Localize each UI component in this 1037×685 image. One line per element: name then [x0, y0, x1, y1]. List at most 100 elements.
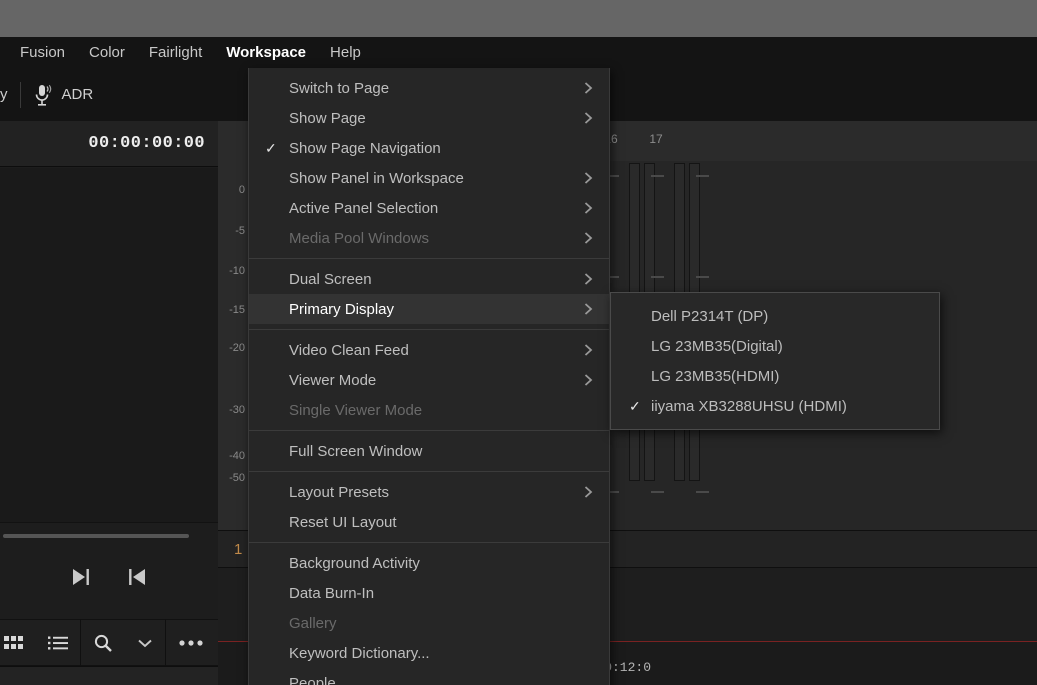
menu-item-keyword-dictionary[interactable]: Keyword Dictionary... — [249, 638, 609, 668]
submenu-item-lg-23mb35-digital[interactable]: LG 23MB35(Digital) — [611, 331, 939, 361]
menu-item-label: Dual Screen — [289, 270, 372, 288]
menu-item-reset-ui-layout[interactable]: Reset UI Layout — [249, 507, 609, 537]
meter-scale-label: -5 — [235, 225, 245, 237]
meter-gradation — [651, 276, 664, 278]
submenu-item-label: Dell P2314T (DP) — [651, 307, 769, 325]
check-icon: ✓ — [265, 140, 277, 156]
submenu-item-label: LG 23MB35(Digital) — [651, 337, 783, 355]
menubar-item-fusion[interactable]: Fusion — [8, 41, 77, 64]
menu-item-switch-to-page[interactable]: Switch to Page — [249, 73, 609, 103]
search-button[interactable] — [81, 633, 125, 653]
application-menubar: Fusion Color Fairlight Workspace Help — [0, 37, 1037, 68]
menu-item-label: Video Clean Feed — [289, 341, 409, 359]
meter-gradation — [651, 175, 664, 177]
meter-db-scale: 0 -5 -10 -15 -20 -30 -40 -50 — [218, 121, 250, 530]
timecode-bar: 00:00:00:00 — [0, 121, 218, 167]
menu-item-label: Show Panel in Workspace — [289, 169, 464, 187]
menu-item-media-pool-windows: Media Pool Windows — [249, 223, 609, 253]
timeline-index: 1 — [234, 540, 243, 558]
submenu-item-label: iiyama XB3288UHSU (HDMI) — [651, 397, 847, 415]
meter-gradation — [696, 175, 709, 177]
skip-forward-icon[interactable] — [69, 566, 93, 588]
menubar-item-workspace[interactable]: Workspace — [214, 41, 318, 64]
meter-scale-label: -20 — [229, 342, 245, 354]
menu-item-people[interactable]: People — [249, 668, 609, 685]
os-titlebar — [0, 0, 1037, 37]
workspace-dropdown-menu[interactable]: Switch to Page Show Page ✓ Show Page Naviga… — [248, 68, 610, 685]
menu-item-full-screen-window[interactable]: Full Screen Window — [249, 436, 609, 466]
meter-scale-label: -10 — [229, 265, 245, 277]
list-view-icon — [48, 635, 68, 651]
menu-item-label: Layout Presets — [289, 483, 390, 501]
viewer-scrollbar-thumb[interactable] — [3, 534, 189, 538]
menu-item-primary-display[interactable]: Primary Display — [249, 294, 609, 324]
menu-separator — [249, 258, 609, 259]
more-options-button[interactable] — [166, 639, 216, 647]
toolbar-divider — [19, 81, 21, 108]
chevron-right-icon — [583, 171, 593, 185]
menu-item-dual-screen[interactable]: Dual Screen — [249, 264, 609, 294]
submenu-item-iiyama-xb3288uhsu-hdmi[interactable]: ✓ iiyama XB3288UHSU (HDMI) — [611, 391, 939, 421]
adr-button[interactable]: ADR — [33, 83, 94, 107]
microphone-icon — [33, 83, 53, 107]
menubar-item-color[interactable]: Color — [77, 41, 137, 64]
submenu-item-dell-p2314t-dp[interactable]: Dell P2314T (DP) — [611, 301, 939, 331]
menu-item-label: Primary Display — [289, 300, 395, 318]
timecode-display[interactable]: 00:00:00:00 — [88, 134, 205, 153]
skip-backward-icon[interactable] — [125, 566, 149, 588]
chevron-right-icon — [583, 81, 593, 95]
menu-item-show-page[interactable]: Show Page — [249, 103, 609, 133]
chevron-right-icon — [583, 201, 593, 215]
menu-item-video-clean-feed[interactable]: Video Clean Feed — [249, 335, 609, 365]
menu-item-label: Data Burn-In — [289, 584, 375, 602]
meter-scale-label: 0 — [238, 184, 245, 196]
meter-gradation — [651, 491, 664, 493]
chevron-right-icon — [583, 343, 593, 357]
menu-item-label: Single Viewer Mode — [289, 401, 423, 419]
toolbar-truncated-label: y — [0, 86, 8, 103]
menu-separator — [249, 329, 609, 330]
menu-item-label: Show Page Navigation — [289, 139, 441, 157]
meter-scale-label: -40 — [229, 450, 245, 462]
check-icon: ✓ — [629, 398, 641, 414]
chevron-right-icon — [583, 231, 593, 245]
meter-scale-label: -50 — [229, 472, 245, 484]
menu-item-data-burn-in[interactable]: Data Burn-In — [249, 578, 609, 608]
menu-item-label: Media Pool Windows — [289, 229, 430, 247]
menu-item-label: Viewer Mode — [289, 371, 377, 389]
menu-separator — [249, 471, 609, 472]
media-pool-toolbar — [0, 619, 218, 666]
menu-item-viewer-mode[interactable]: Viewer Mode — [249, 365, 609, 395]
menu-item-layout-presets[interactable]: Layout Presets — [249, 477, 609, 507]
meter-gradation — [696, 276, 709, 278]
menu-item-label: Gallery — [289, 614, 337, 632]
menu-item-label: Full Screen Window — [289, 442, 423, 460]
search-filter-button[interactable] — [125, 637, 165, 649]
menu-item-show-page-navigation[interactable]: ✓ Show Page Navigation — [249, 133, 609, 163]
chevron-right-icon — [583, 272, 593, 286]
video-viewer[interactable] — [0, 168, 218, 522]
menu-item-active-panel-selection[interactable]: Active Panel Selection — [249, 193, 609, 223]
meter-scale-label: -30 — [229, 404, 245, 416]
grid-view-button[interactable] — [0, 635, 36, 651]
media-pool-area[interactable] — [0, 666, 218, 685]
menubar-item-help[interactable]: Help — [318, 41, 373, 64]
primary-display-submenu[interactable]: Dell P2314T (DP) LG 23MB35(Digital) LG 23M… — [610, 292, 940, 430]
chevron-right-icon — [583, 111, 593, 125]
menu-item-label: Background Activity — [289, 554, 420, 572]
menu-item-label: Show Page — [289, 109, 366, 127]
menu-item-label: Switch to Page — [289, 79, 390, 97]
meter-track-number: 17 — [649, 132, 663, 146]
transport-controls — [0, 550, 218, 603]
meter-gradation — [696, 491, 709, 493]
list-view-button[interactable] — [36, 635, 80, 651]
app-window: Fusion Color Fairlight Workspace Help y … — [0, 0, 1037, 685]
adr-label: ADR — [61, 86, 94, 103]
submenu-item-lg-23mb35-hdmi[interactable]: LG 23MB35(HDMI) — [611, 361, 939, 391]
menubar-item-fairlight[interactable]: Fairlight — [137, 41, 214, 64]
menu-item-label: Active Panel Selection — [289, 199, 439, 217]
viewer-panel: 00:00:00:00 — [0, 121, 218, 685]
menu-item-background-activity[interactable]: Background Activity — [249, 548, 609, 578]
viewer-scrollbar-track[interactable] — [0, 522, 218, 550]
menu-item-show-panel-in-workspace[interactable]: Show Panel in Workspace — [249, 163, 609, 193]
